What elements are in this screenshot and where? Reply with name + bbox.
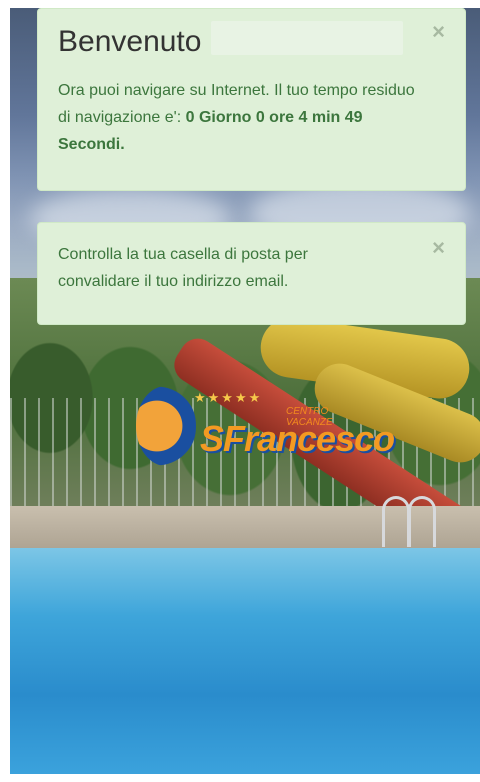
pool-ladder: [382, 496, 410, 547]
user-name-redacted: [211, 21, 403, 55]
welcome-title: Benvenuto: [58, 25, 202, 58]
welcome-message: Ora puoi navigare su Internet. Il tuo te…: [58, 77, 418, 158]
resort-logo: ★★★★★ CENTRO VACANZE SFrancesco: [136, 386, 395, 466]
email-message: Controlla la tua casella di posta per co…: [58, 246, 308, 290]
pool-water: [10, 548, 480, 774]
welcome-alert: Benvenuto × Ora puoi navigare su Interne…: [37, 8, 466, 191]
email-alert: × Controlla la tua casella di posta per …: [37, 222, 466, 325]
logo-emblem: [136, 386, 196, 466]
logo-stars: ★★★★★: [194, 390, 263, 405]
pool-ladder: [408, 496, 436, 547]
logo-name: SFrancesco: [200, 418, 395, 459]
close-icon[interactable]: ×: [432, 19, 445, 45]
close-icon[interactable]: ×: [432, 235, 445, 261]
